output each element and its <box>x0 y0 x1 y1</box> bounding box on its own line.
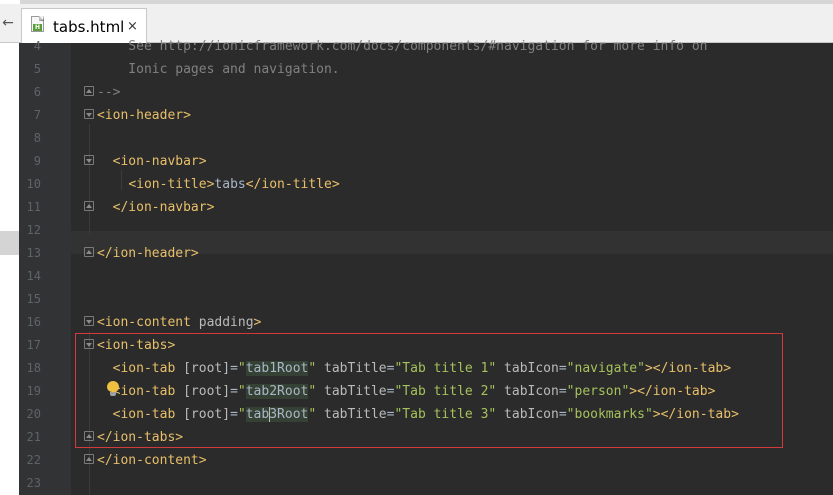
code-line[interactable]: 4 See http://ionicframework.com/docs/com… <box>19 35 833 58</box>
line-number: 11 <box>26 200 41 214</box>
code-line[interactable]: 7 <ion-header> <box>19 104 833 127</box>
code-text: </ion-content> <box>97 453 207 468</box>
line-number: 17 <box>26 338 41 352</box>
left-panel-band <box>0 231 19 255</box>
code-line[interactable]: 10 <ion-title>tabs</ion-title> <box>19 173 833 196</box>
tab-label: tabs.html <box>53 18 125 36</box>
line-number: 7 <box>33 108 41 122</box>
code-text: <ion-tab [root]="tab1Root" tabTitle="Tab… <box>112 361 732 376</box>
code-text: --> <box>97 85 121 100</box>
code-line[interactable]: 6 --> <box>19 81 833 104</box>
code-text: See http://ionicframework.com/docs/compo… <box>97 39 708 54</box>
code-text: <ion-navbar> <box>97 154 207 169</box>
code-text: <ion-content padding> <box>97 315 262 330</box>
line-number: 9 <box>33 154 41 168</box>
code-line[interactable]: 5 Ionic pages and navigation. <box>19 58 833 81</box>
line-number: 10 <box>26 177 41 191</box>
code-text: <ion-tabs> <box>97 338 176 353</box>
code-line[interactable]: 21 </ion-tabs> <box>19 426 833 449</box>
code-line[interactable]: 14 <box>19 265 833 288</box>
text-cursor <box>268 407 270 422</box>
line-number: 19 <box>26 384 41 398</box>
code-line[interactable]: 15 <box>19 288 833 311</box>
line-number: 13 <box>26 246 41 260</box>
code-line[interactable]: 8 <box>19 127 833 150</box>
code-text: </ion-navbar> <box>97 200 215 215</box>
html-file-icon: H <box>31 16 44 32</box>
code-line-current[interactable]: 20 <ion-tab [root]="tab3Root" tabTitle="… <box>19 403 833 426</box>
code-line[interactable]: 9 <ion-navbar> <box>19 150 833 173</box>
line-number: 12 <box>26 223 41 237</box>
code-line[interactable]: 16 <ion-content padding> <box>19 311 833 334</box>
line-number: 8 <box>33 131 41 145</box>
line-number: 15 <box>26 292 41 306</box>
line-number: 4 <box>33 39 41 53</box>
code-line[interactable]: 13 </ion-header> <box>19 242 833 265</box>
code-line[interactable]: 18 <ion-tab [root]="tab1Root" tabTitle="… <box>19 357 833 380</box>
code-text: <ion-tab [root]="tab3Root" tabTitle="Tab… <box>112 407 739 422</box>
code-text: <ion-tab [root]="tab2Root" tabTitle="Tab… <box>112 384 716 399</box>
line-number: 5 <box>33 62 41 76</box>
file-type-letter: H <box>33 24 42 31</box>
code-text: Ionic pages and navigation. <box>97 62 340 77</box>
line-number: 6 <box>33 85 41 99</box>
line-number: 23 <box>26 476 41 490</box>
code-line[interactable]: 19 <ion-tab [root]="tab2Root" tabTitle="… <box>19 380 833 403</box>
code-line[interactable]: 11 </ion-navbar> <box>19 196 833 219</box>
code-text: </ion-header> <box>97 246 199 261</box>
code-text: <ion-title>tabs</ion-title> <box>128 177 340 192</box>
back-arrow-icon[interactable]: ← <box>0 14 16 32</box>
code-line[interactable]: 22 </ion-content> <box>19 449 833 472</box>
left-panel-strip <box>0 43 19 495</box>
lightbulb-icon[interactable] <box>106 381 120 397</box>
code-line[interactable]: 17 <ion-tabs> <box>19 334 833 357</box>
line-number: 18 <box>26 361 41 375</box>
code-line[interactable]: 23 <box>19 472 833 495</box>
line-number: 14 <box>26 269 41 283</box>
line-number: 16 <box>26 315 41 329</box>
code-line[interactable]: 12 <box>19 219 833 242</box>
code-text: </ion-tabs> <box>97 430 184 445</box>
line-number: 20 <box>26 407 41 421</box>
line-number: 22 <box>26 453 41 467</box>
close-tab-button[interactable]: × <box>127 18 138 36</box>
line-number: 21 <box>26 430 41 444</box>
code-text: <ion-header> <box>97 108 191 123</box>
